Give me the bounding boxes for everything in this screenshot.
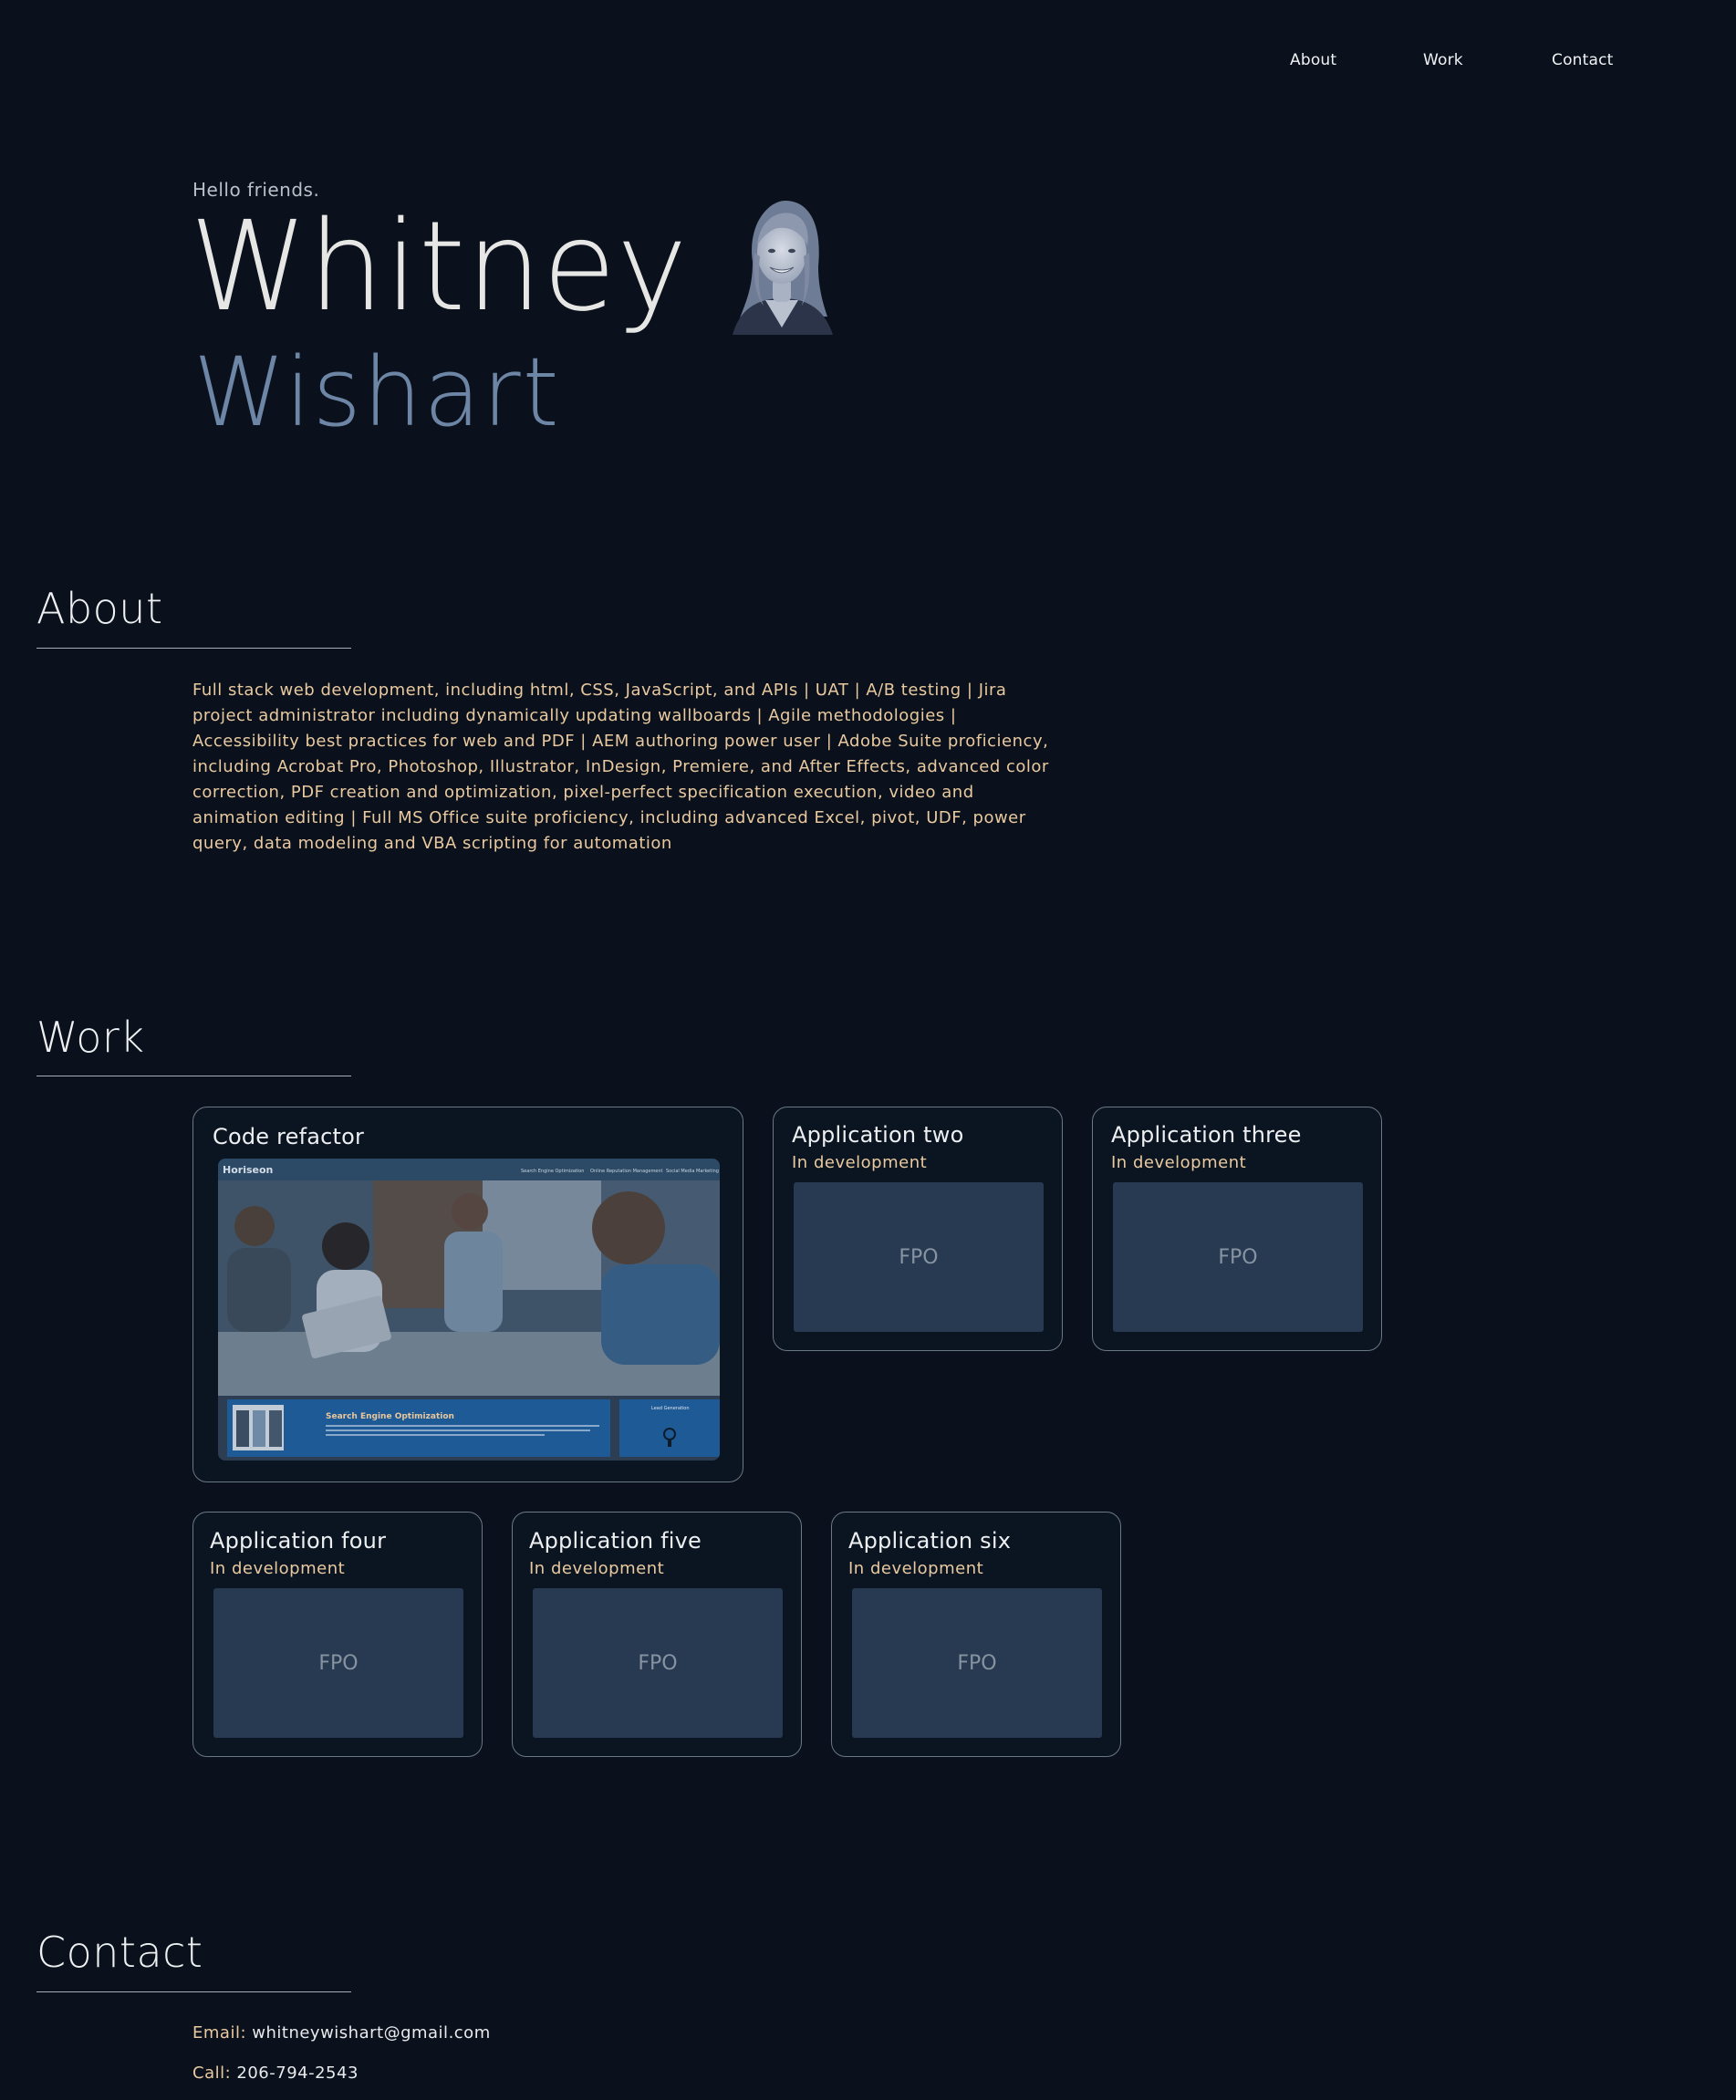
project-card-title: Code refactor xyxy=(213,1124,365,1149)
project-card-title: Application six xyxy=(848,1528,1012,1554)
project-card-application-two[interactable]: Application two In development FPO xyxy=(773,1107,1063,1351)
contact-email: Email: whitneywishart@gmail.com xyxy=(192,2023,491,2043)
project-card-application-five[interactable]: Application five In development FPO xyxy=(512,1512,802,1757)
screenshot-section-title: Search Engine Optimization xyxy=(326,1412,454,1421)
screenshot-nav-1: Search Engine Optimization xyxy=(521,1169,584,1174)
project-card-application-six[interactable]: Application six In development FPO xyxy=(831,1512,1121,1757)
fpo-placeholder: FPO xyxy=(533,1588,783,1738)
project-screenshot-image: Horiseon Search Engine Optimization Onli… xyxy=(218,1159,720,1461)
project-screenshot[interactable]: Horiseon Search Engine Optimization Onli… xyxy=(218,1159,720,1461)
project-card-status: In development xyxy=(210,1559,346,1578)
contact-email-link[interactable]: whitneywishart@gmail.com xyxy=(252,2023,490,2043)
contact-phone: Call: 206-794-2543 xyxy=(192,2064,359,2083)
nav-about-link[interactable]: About xyxy=(1290,51,1336,69)
contact-phone-link[interactable]: 206-794-2543 xyxy=(236,2064,359,2083)
contact-phone-label: Call: xyxy=(192,2064,232,2083)
project-card-title: Application four xyxy=(210,1528,387,1554)
project-card-status: In development xyxy=(792,1153,928,1172)
project-card-title: Application three xyxy=(1111,1122,1302,1148)
fpo-placeholder: FPO xyxy=(794,1182,1044,1332)
hero-last-name: Wishart xyxy=(193,337,561,448)
screenshot-nav-3: Social Media Marketing xyxy=(666,1169,719,1174)
project-card-application-four[interactable]: Application four In development FPO xyxy=(192,1512,483,1757)
screenshot-brand: Horiseon xyxy=(223,1164,273,1176)
contact-divider xyxy=(36,1991,351,1992)
about-heading: About xyxy=(36,584,163,633)
contact-email-label: Email: xyxy=(192,2023,247,2043)
screenshot-nav-2: Online Reputation Management xyxy=(590,1169,663,1174)
fpo-placeholder: FPO xyxy=(852,1588,1102,1738)
nav-work-link[interactable]: Work xyxy=(1423,51,1463,69)
hero-first-name: Whitney xyxy=(190,195,689,339)
screenshot-side-title: Lead Generation xyxy=(651,1406,690,1411)
work-heading: Work xyxy=(36,1013,145,1062)
about-description: Full stack web development, including ht… xyxy=(192,681,1049,853)
avatar xyxy=(733,200,833,335)
project-card-status: In development xyxy=(529,1559,665,1578)
project-card-title: Application five xyxy=(529,1528,702,1554)
contact-heading: Contact xyxy=(36,1928,203,1977)
project-card-status: In development xyxy=(1111,1153,1247,1172)
project-card-status: In development xyxy=(848,1559,984,1578)
nav-contact-link[interactable]: Contact xyxy=(1552,51,1614,69)
project-card-application-three[interactable]: Application three In development FPO xyxy=(1092,1107,1382,1351)
fpo-placeholder: FPO xyxy=(213,1588,463,1738)
fpo-placeholder: FPO xyxy=(1113,1182,1363,1332)
project-card-title: Application two xyxy=(792,1122,964,1148)
about-divider xyxy=(36,648,351,649)
